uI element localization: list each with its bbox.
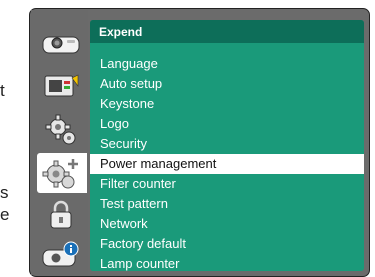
sidebar-item-input[interactable]	[38, 67, 84, 105]
menu-header: Expend	[90, 20, 364, 43]
sidebar	[31, 10, 88, 275]
projector-icon	[42, 36, 80, 54]
lock-icon	[50, 200, 72, 229]
menu-item-auto-setup[interactable]: Auto setup	[90, 74, 364, 94]
menu-item-keystone[interactable]: Keystone	[90, 94, 364, 114]
menu-item-logo[interactable]: Logo	[90, 114, 364, 134]
menu-item-power-management[interactable]: Power management	[90, 154, 364, 174]
menu-item-language[interactable]: Language	[90, 54, 364, 74]
expand-menu-panel: Expend Language Auto setup Keystone Logo…	[90, 20, 364, 271]
osd-menu-window: Expend Language Auto setup Keystone Logo…	[29, 8, 370, 277]
menu-title: Expend	[99, 25, 143, 39]
sidebar-item-information[interactable]	[38, 236, 84, 274]
cropped-text-s: s	[0, 183, 9, 202]
menu-item-security[interactable]: Security	[90, 134, 364, 154]
sidebar-item-setting[interactable]	[38, 111, 84, 149]
info-icon	[42, 241, 79, 267]
input-source-icon	[44, 74, 79, 97]
sidebar-item-expand[interactable]	[37, 153, 87, 193]
menu-item-filter-counter[interactable]: Filter counter	[90, 174, 364, 194]
menu-item-lamp-counter[interactable]: Lamp counter	[90, 254, 364, 271]
sidebar-item-display[interactable]	[38, 23, 84, 61]
menu-item-factory-default[interactable]: Factory default	[90, 234, 364, 254]
menu-item-test-pattern[interactable]: Test pattern	[90, 194, 364, 214]
sidebar-item-security[interactable]	[38, 196, 84, 234]
cropped-text-t: t	[0, 81, 5, 100]
gear-icon	[45, 114, 76, 145]
expand-settings-icon	[42, 159, 78, 189]
menu-list: Language Auto setup Keystone Logo Securi…	[90, 54, 364, 271]
menu-item-network[interactable]: Network	[90, 214, 364, 234]
cropped-text-e: e	[0, 205, 10, 224]
